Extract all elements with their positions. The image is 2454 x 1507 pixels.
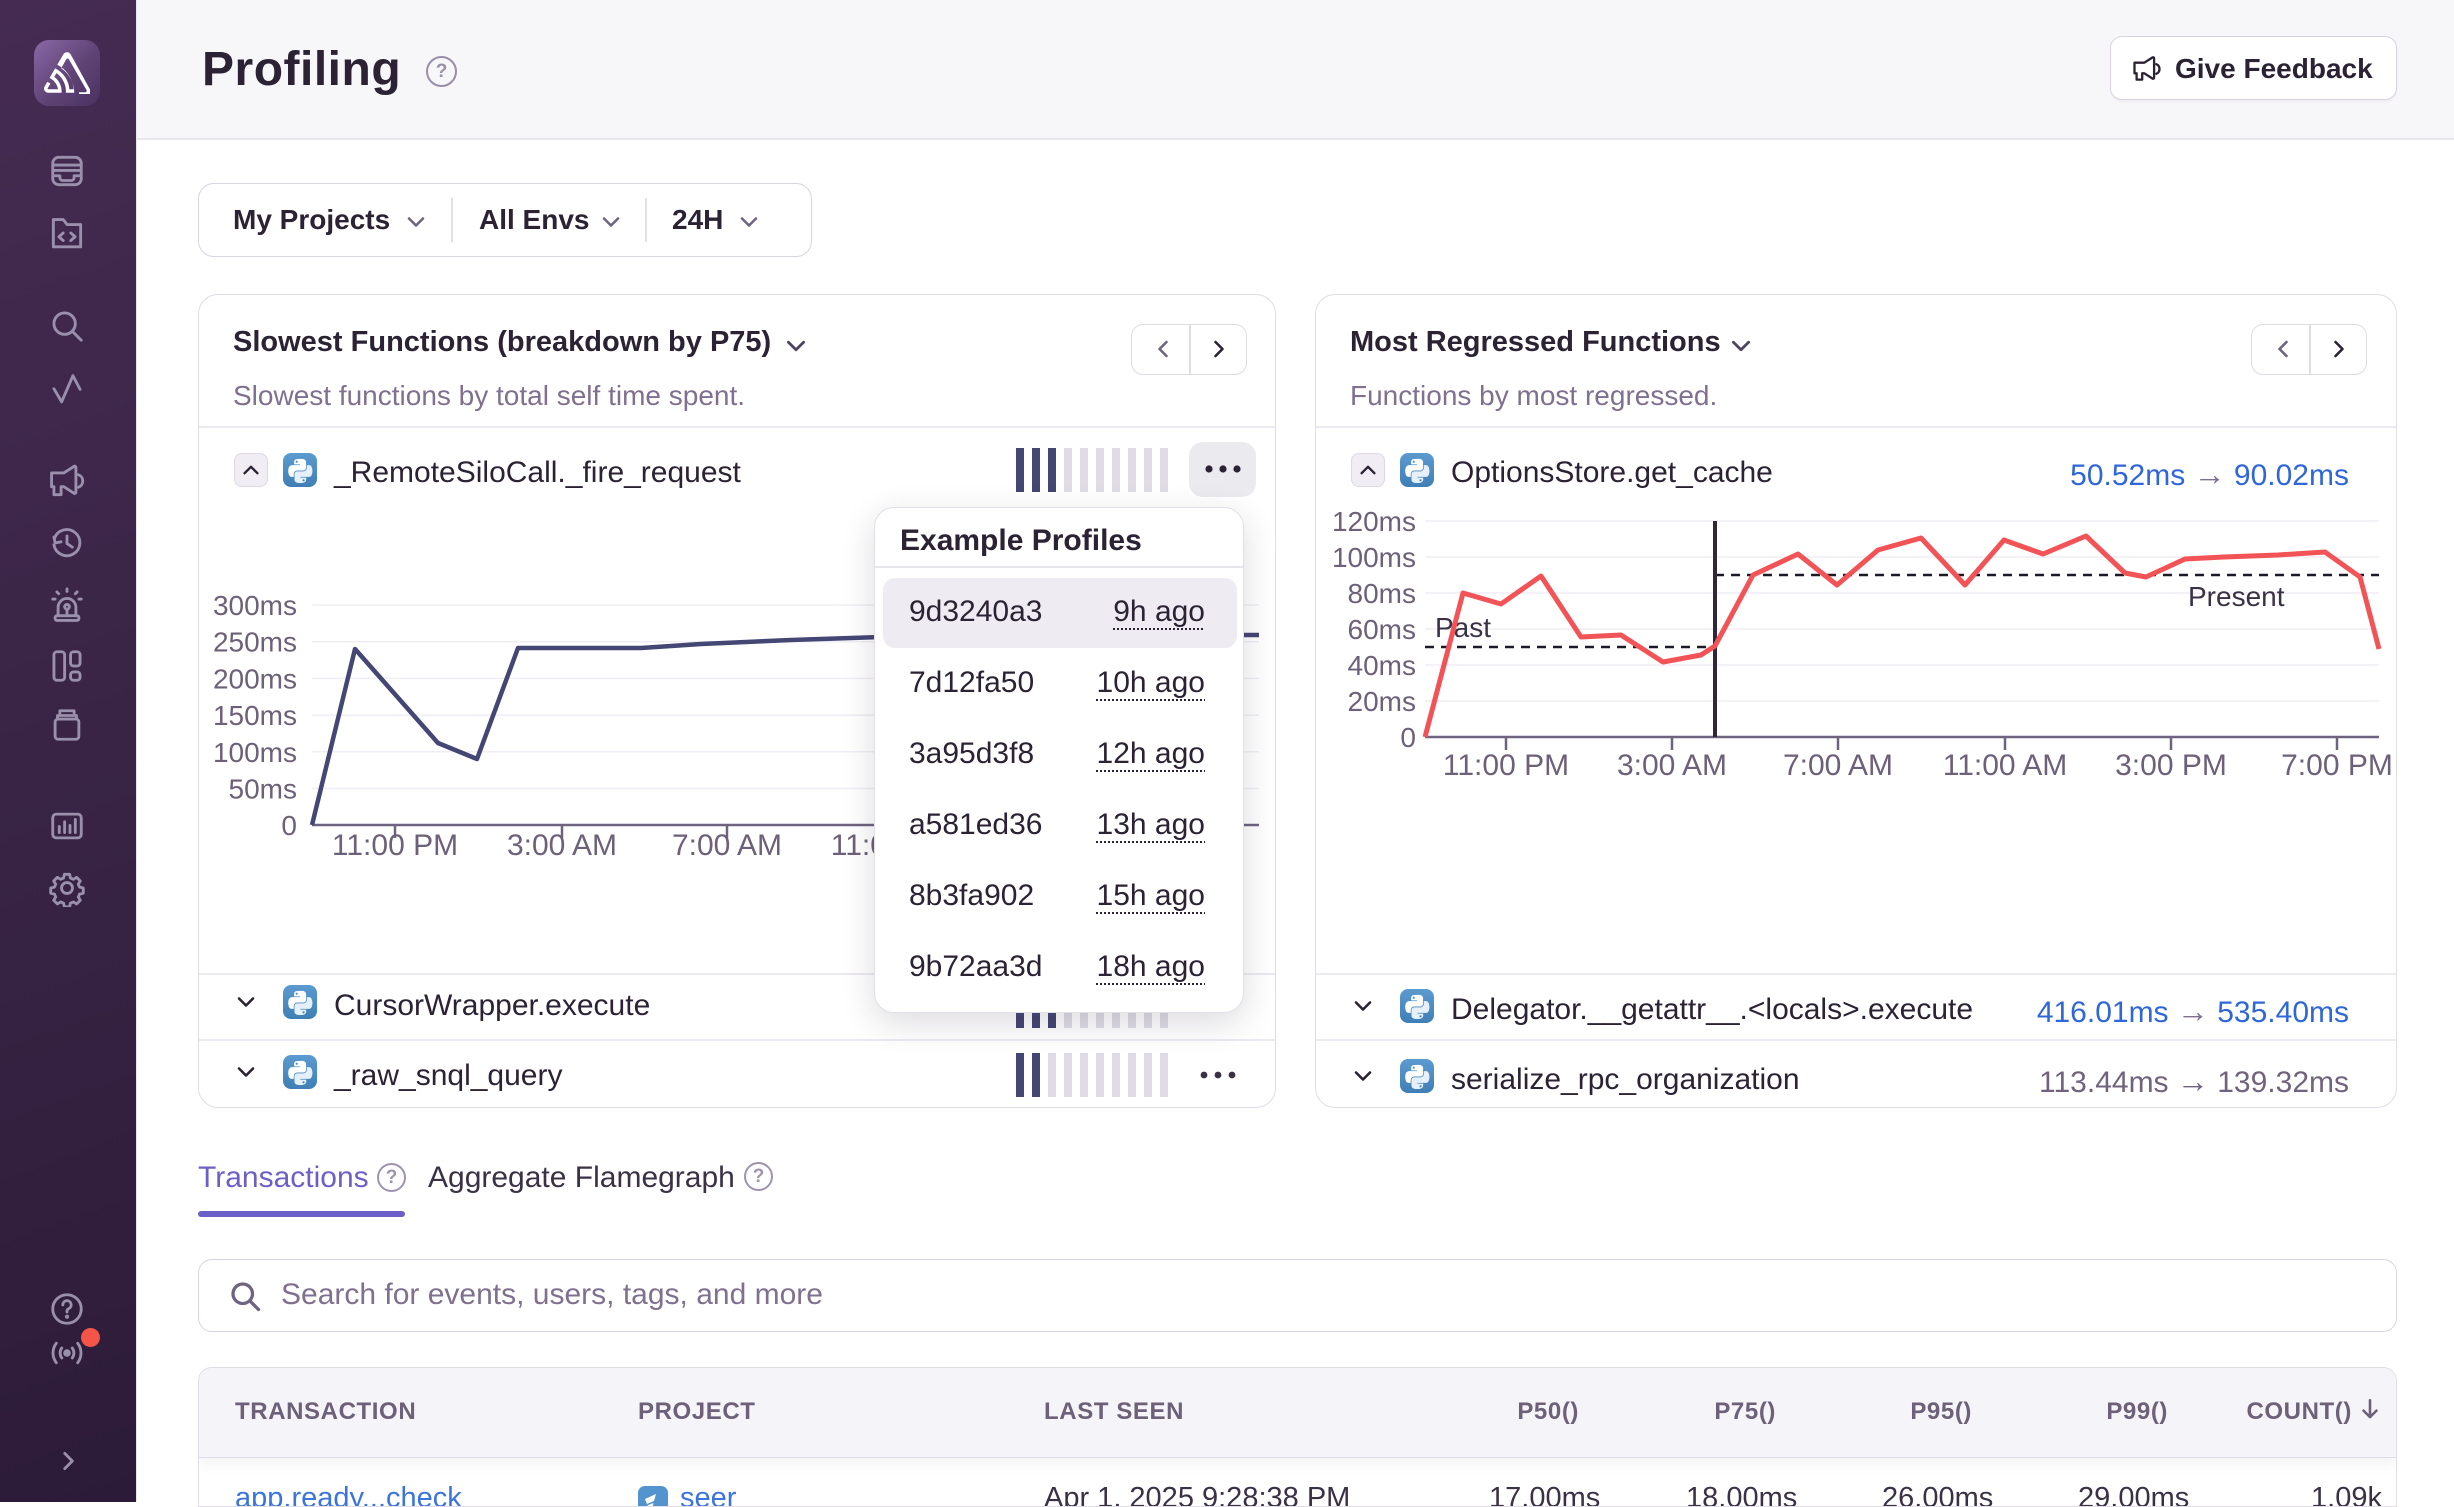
svg-text:Past: Past [1435,612,1491,643]
svg-text:100ms: 100ms [1332,542,1416,573]
svg-text:0: 0 [1400,722,1416,753]
svg-text:3:00 AM: 3:00 AM [1617,749,1727,782]
svg-text:3:00 PM: 3:00 PM [2115,749,2227,782]
svg-text:60ms: 60ms [1348,614,1416,645]
svg-text:80ms: 80ms [1348,578,1416,609]
svg-text:0: 0 [281,810,297,841]
svg-text:7:00 AM: 7:00 AM [1783,749,1893,782]
svg-text:40ms: 40ms [1348,650,1416,681]
svg-text:11:00 PM: 11:00 PM [332,829,458,862]
svg-text:150ms: 150ms [213,700,297,731]
svg-text:20ms: 20ms [1348,686,1416,717]
svg-text:250ms: 250ms [213,627,297,658]
svg-text:50ms: 50ms [229,774,297,805]
svg-text:3:00 AM: 3:00 AM [507,829,617,862]
svg-text:11:00 AM: 11:00 AM [1943,749,2068,782]
svg-text:11:00 PM: 11:00 PM [1443,749,1569,782]
svg-text:200ms: 200ms [213,663,297,694]
svg-text:100ms: 100ms [213,737,297,768]
svg-text:300ms: 300ms [213,590,297,621]
svg-text:Present: Present [2188,581,2285,612]
svg-text:7:00 AM: 7:00 AM [672,829,782,862]
svg-text:7:00 PM: 7:00 PM [2281,749,2393,782]
svg-text:120ms: 120ms [1332,506,1416,537]
